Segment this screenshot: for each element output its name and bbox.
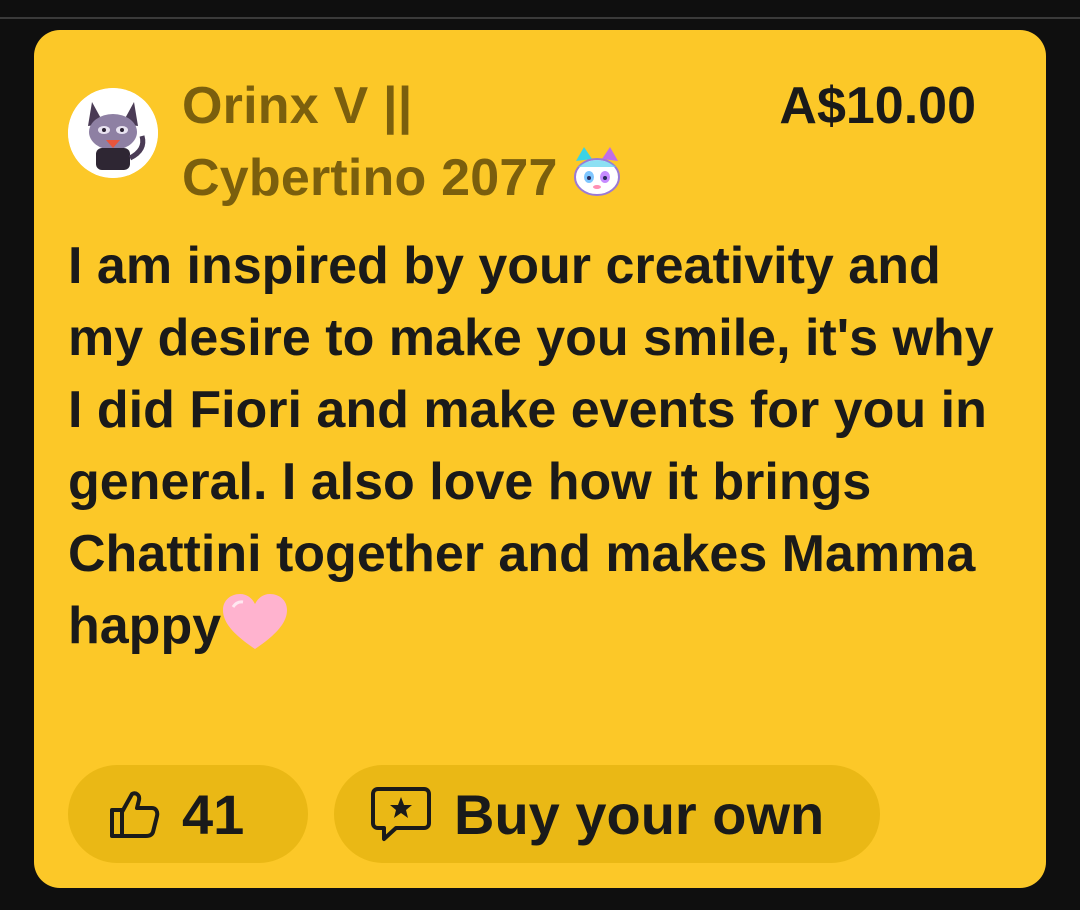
comment-message-text: I am inspired by your creativity and my …: [68, 237, 994, 655]
super-thanks-card: Orinx V || Cybertino 2077 A$10.00 I am i…: [34, 30, 1046, 888]
author-name[interactable]: Orinx V || Cybertino 2077: [182, 70, 742, 214]
pink-heart-icon: [221, 593, 289, 653]
like-count: 41: [182, 782, 245, 846]
chat-star-icon: [370, 785, 432, 843]
thumbs-up-icon: [108, 788, 160, 840]
buy-your-own-button[interactable]: Buy your own: [334, 765, 880, 863]
top-divider: [0, 17, 1080, 19]
donation-amount: A$10.00: [779, 77, 976, 135]
buy-your-own-label: Buy your own: [454, 782, 825, 846]
like-button[interactable]: 41: [68, 765, 308, 863]
cat-emote-icon: [568, 143, 626, 201]
author-avatar[interactable]: [68, 88, 158, 178]
comment-message: I am inspired by your creativity and my …: [68, 230, 1008, 662]
purple-cat-avatar-icon: [68, 88, 158, 178]
author-name-line2: Cybertino 2077: [182, 149, 558, 207]
author-name-line1: Orinx V ||: [182, 77, 413, 135]
